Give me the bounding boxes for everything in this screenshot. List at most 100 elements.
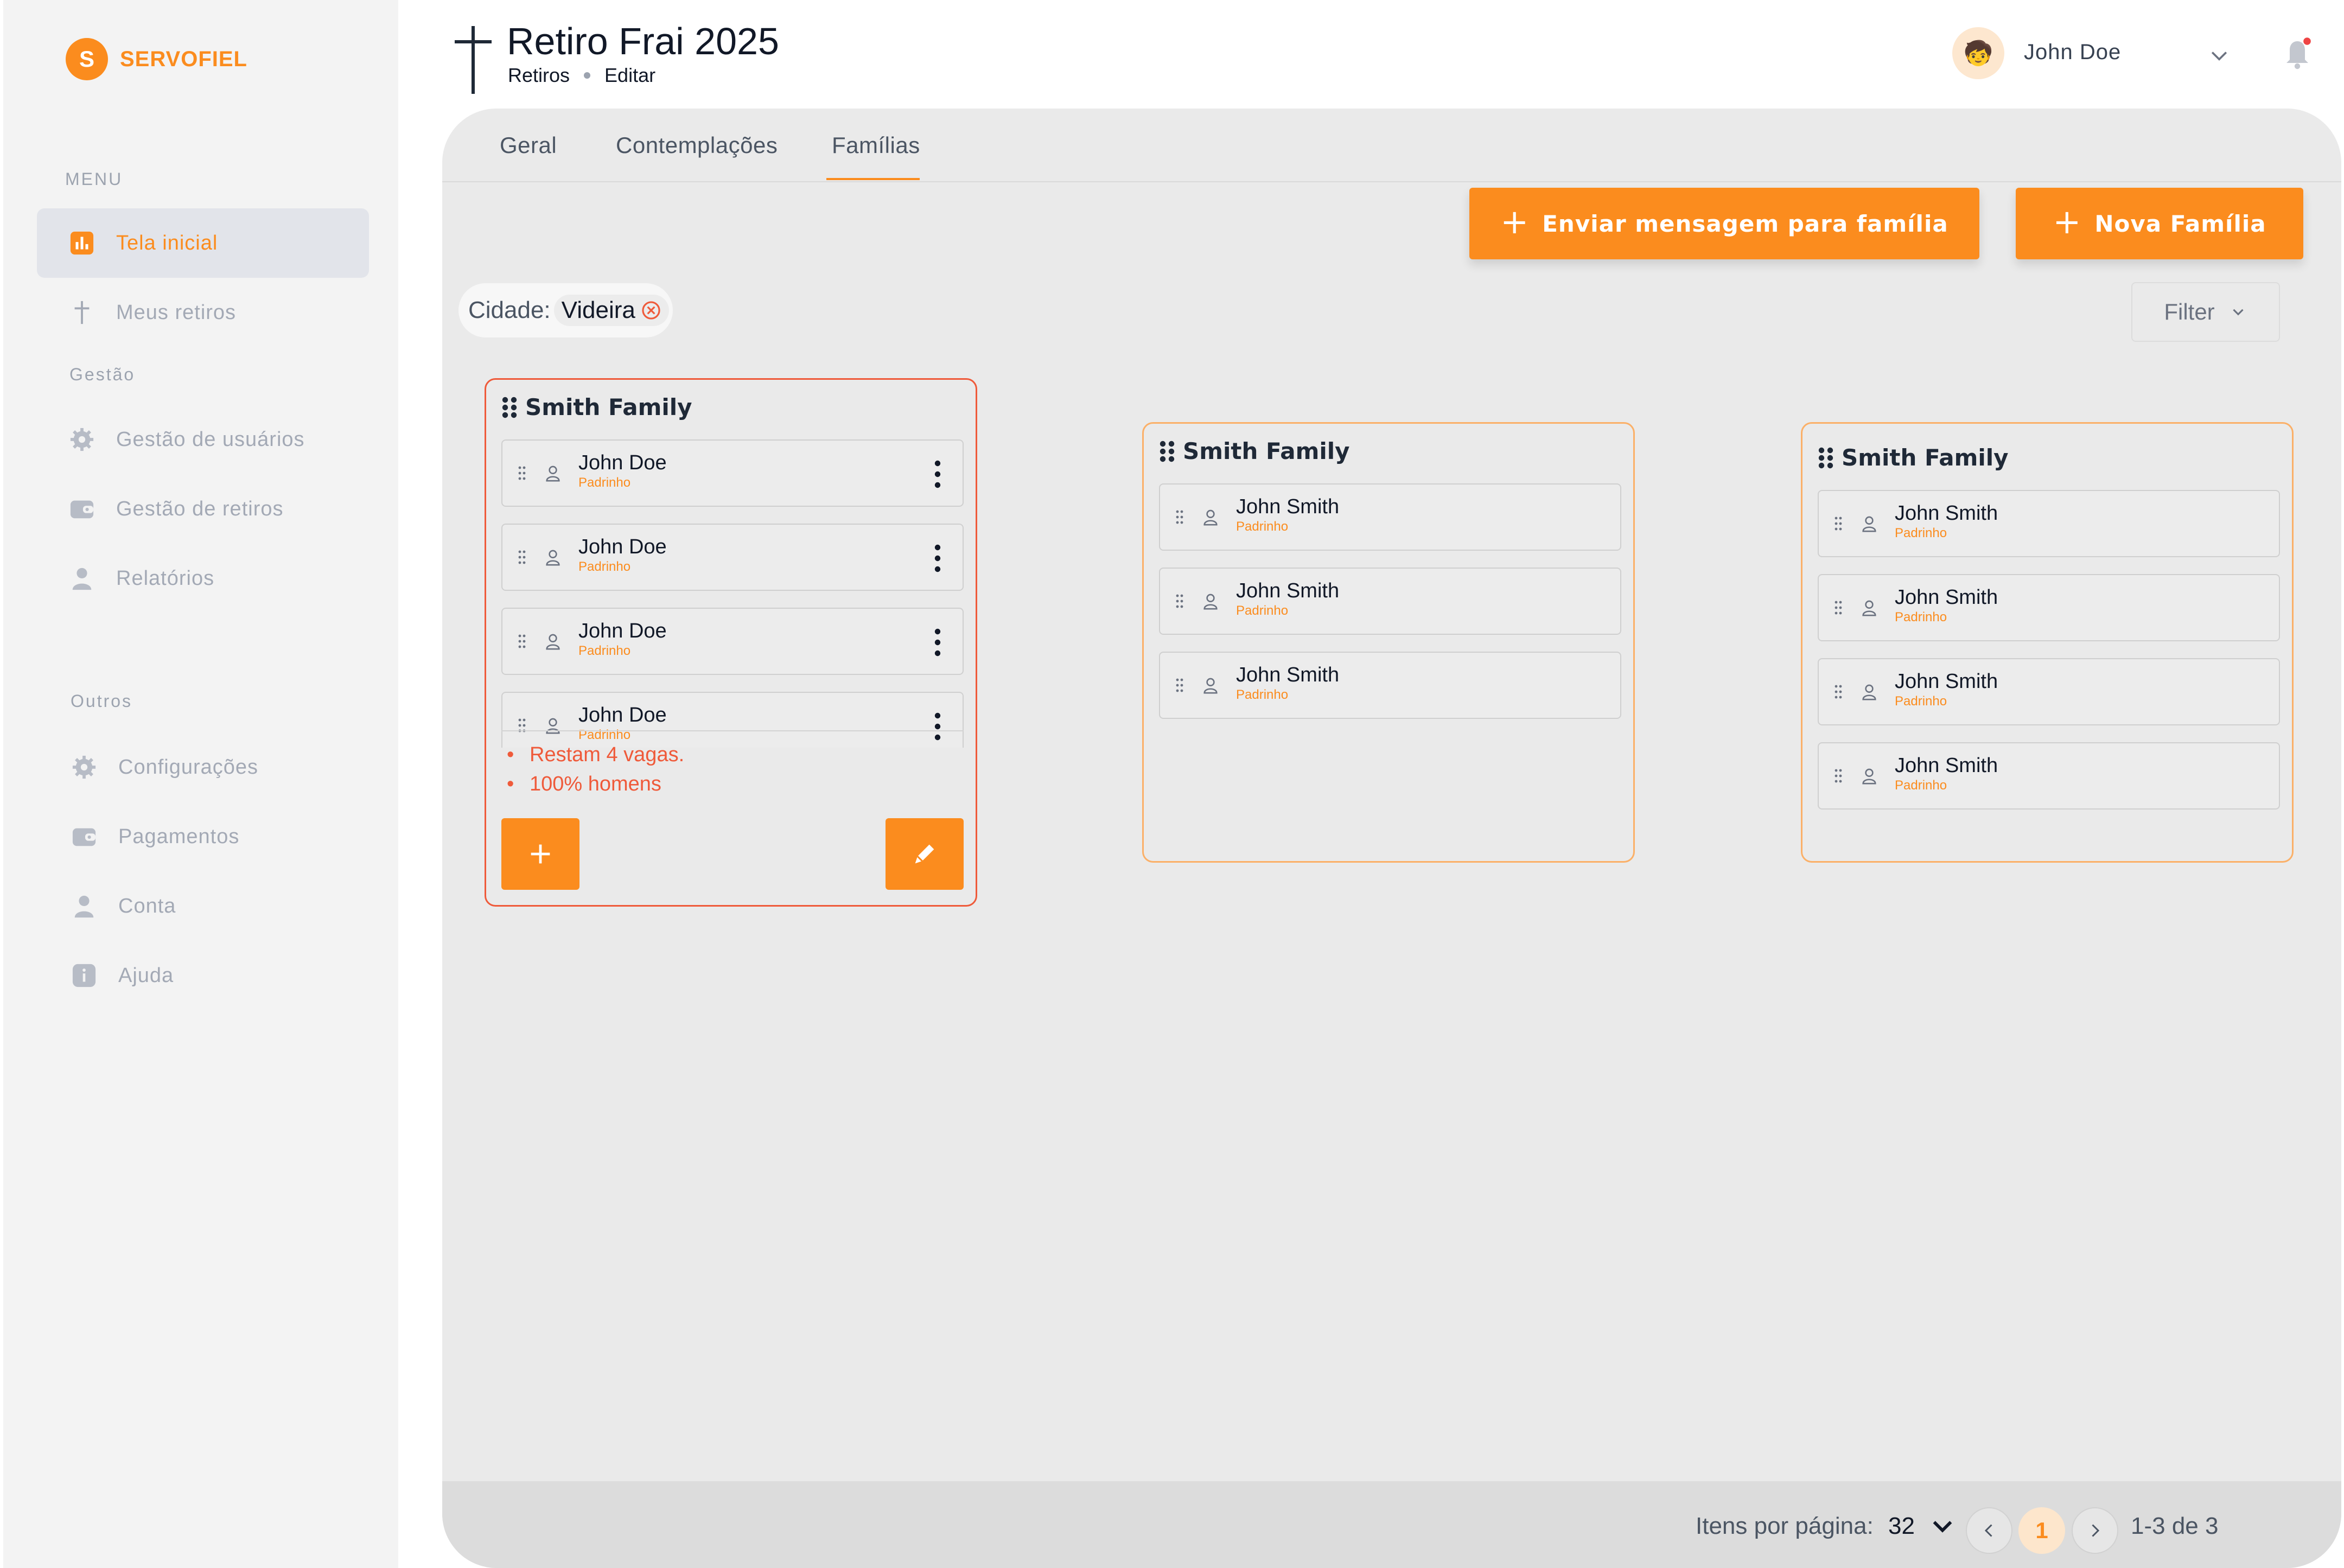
sidebar-item-label: Ajuda: [118, 964, 174, 987]
edit-family-button[interactable]: [886, 818, 964, 890]
family-card[interactable]: Smith Family John Smith Padrinho John Sm…: [1142, 422, 1635, 863]
person-icon: [1862, 768, 1876, 785]
member-row[interactable]: John Doe Padrinho: [501, 692, 964, 748]
gear-icon: [69, 427, 94, 452]
bell-icon[interactable]: [2283, 36, 2314, 69]
send-message-button[interactable]: + Enviar mensagem para família: [1469, 188, 1979, 259]
member-row[interactable]: John Smith Padrinho: [1818, 658, 2280, 725]
sidebar-item-label: Gestão de usuários: [116, 428, 305, 451]
sidebar-item-label: Configurações: [118, 755, 259, 779]
more-options-icon[interactable]: [934, 544, 941, 572]
drag-handle-icon[interactable]: [1834, 768, 1843, 783]
page-number-current[interactable]: 1: [2018, 1507, 2065, 1554]
prev-page-button[interactable]: [1966, 1507, 2012, 1554]
page-range: 1-3 de 3: [2131, 1513, 2219, 1539]
member-name: John Smith: [1236, 579, 1340, 602]
drag-handle-icon[interactable]: [1175, 594, 1184, 609]
member-row[interactable]: John Smith Padrinho: [1818, 574, 2280, 641]
sidebar-item-pagamentos[interactable]: Pagamentos: [37, 802, 369, 871]
member-row[interactable]: John Smith Padrinho: [1159, 652, 1621, 719]
tab-familias[interactable]: Famílias: [832, 132, 920, 158]
drag-handle-icon[interactable]: [1175, 509, 1184, 525]
breadcrumb-item-editar: Editar: [604, 64, 656, 86]
plus-icon: +: [2053, 202, 2082, 241]
avatar[interactable]: 🧒: [1952, 27, 2004, 79]
drag-handle-icon[interactable]: [1159, 440, 1175, 463]
sidebar-item-gestao-usuarios[interactable]: Gestão de usuários: [37, 405, 369, 474]
member-row[interactable]: John Smith Padrinho: [1818, 490, 2280, 557]
member-role: Padrinho: [1236, 687, 1289, 702]
tab-geral[interactable]: Geral: [500, 132, 557, 158]
chevron-down-icon: [2233, 309, 2244, 316]
new-family-button[interactable]: + Nova Família: [2016, 188, 2303, 259]
filter-label: Filter: [2164, 299, 2215, 324]
member-name: John Smith: [1895, 502, 1998, 525]
member-name: John Doe: [578, 620, 667, 642]
more-options-icon[interactable]: [934, 628, 941, 656]
remove-filter-icon[interactable]: [641, 300, 661, 321]
person-icon: [1862, 516, 1876, 532]
sidebar-item-label: Tela inicial: [116, 231, 218, 254]
drag-handle-icon[interactable]: [1834, 684, 1843, 699]
next-page-button[interactable]: [2072, 1507, 2118, 1554]
cross-icon: [69, 300, 94, 325]
member-role: Padrinho: [578, 475, 631, 490]
sidebar-item-ajuda[interactable]: Ajuda: [37, 941, 369, 1010]
member-row[interactable]: John Smith Padrinho: [1159, 568, 1621, 635]
filter-button[interactable]: Filter: [2131, 282, 2280, 342]
wallet-icon: [69, 496, 94, 521]
sidebar-item-tela-inicial[interactable]: Tela inicial: [37, 208, 369, 278]
member-row[interactable]: John Smith Padrinho: [1818, 742, 2280, 810]
member-role: Padrinho: [1895, 694, 1947, 709]
family-card[interactable]: Smith Family John Smith Padrinho John Sm…: [1801, 422, 2294, 863]
drag-handle-icon[interactable]: [1818, 447, 1834, 469]
member-name: John Smith: [1236, 664, 1340, 686]
drag-handle-icon[interactable]: [1834, 516, 1843, 531]
tab-contemplacoes[interactable]: Contemplações: [616, 132, 778, 158]
drag-handle-icon[interactable]: [518, 634, 526, 649]
breadcrumb: Retiros Editar: [508, 64, 655, 87]
drag-handle-icon[interactable]: [518, 466, 526, 481]
member-role: Padrinho: [1895, 610, 1947, 624]
info-icon: [72, 963, 97, 988]
person-icon: [546, 718, 560, 734]
pencil-icon: [915, 844, 934, 864]
family-header: Smith Family: [1159, 438, 1350, 464]
chart-icon: [69, 231, 94, 256]
plus-icon: [531, 844, 550, 864]
more-options-icon[interactable]: [934, 460, 941, 488]
drag-handle-icon[interactable]: [1175, 678, 1184, 693]
family-card[interactable]: Smith Family John Doe Padrinho John Doe …: [485, 378, 977, 907]
drag-handle-icon[interactable]: [1834, 600, 1843, 615]
drag-handle-icon[interactable]: [501, 396, 518, 419]
member-row[interactable]: John Smith Padrinho: [1159, 483, 1621, 551]
gestao-section-label: Gestão: [69, 365, 136, 384]
member-name: John Doe: [578, 536, 667, 558]
add-member-button[interactable]: [501, 818, 579, 890]
pagination-bar: Itens por página: 32 1 1-3 de 3: [442, 1481, 2341, 1568]
user-name[interactable]: John Doe: [2024, 40, 2121, 65]
member-row[interactable]: John Doe Padrinho: [501, 439, 964, 507]
drag-handle-icon[interactable]: [518, 550, 526, 565]
member-name: John Doe: [578, 451, 667, 474]
chevron-down-icon[interactable]: [2207, 43, 2231, 67]
sidebar-item-meus-retiros[interactable]: Meus retiros: [37, 278, 369, 347]
logo-badge: S: [66, 38, 108, 80]
family-note: 100% homens: [507, 769, 684, 799]
per-page-select[interactable]: 32: [1888, 1513, 1915, 1540]
breadcrumb-item-retiros[interactable]: Retiros: [508, 64, 570, 87]
sidebar-item-configuracoes[interactable]: Configurações: [37, 732, 369, 802]
sidebar-item-conta[interactable]: Conta: [37, 871, 369, 941]
main-panel: Geral Contemplações Famílias + Enviar me…: [442, 109, 2341, 1568]
member-role: Padrinho: [1895, 526, 1947, 540]
member-row[interactable]: John Doe Padrinho: [501, 524, 964, 591]
member-row[interactable]: John Doe Padrinho: [501, 608, 964, 675]
sidebar-item-relatorios[interactable]: Relatórios: [37, 544, 369, 613]
chevron-down-icon[interactable]: [1930, 1514, 1955, 1539]
chevron-left-icon: [1984, 1524, 1992, 1537]
more-options-icon[interactable]: [934, 712, 941, 741]
app-logo[interactable]: S SERVOFIEL: [66, 38, 247, 80]
outros-section-label: Outros: [71, 691, 133, 711]
sidebar-item-gestao-retiros[interactable]: Gestão de retiros: [37, 474, 369, 544]
wallet-icon: [72, 824, 97, 849]
